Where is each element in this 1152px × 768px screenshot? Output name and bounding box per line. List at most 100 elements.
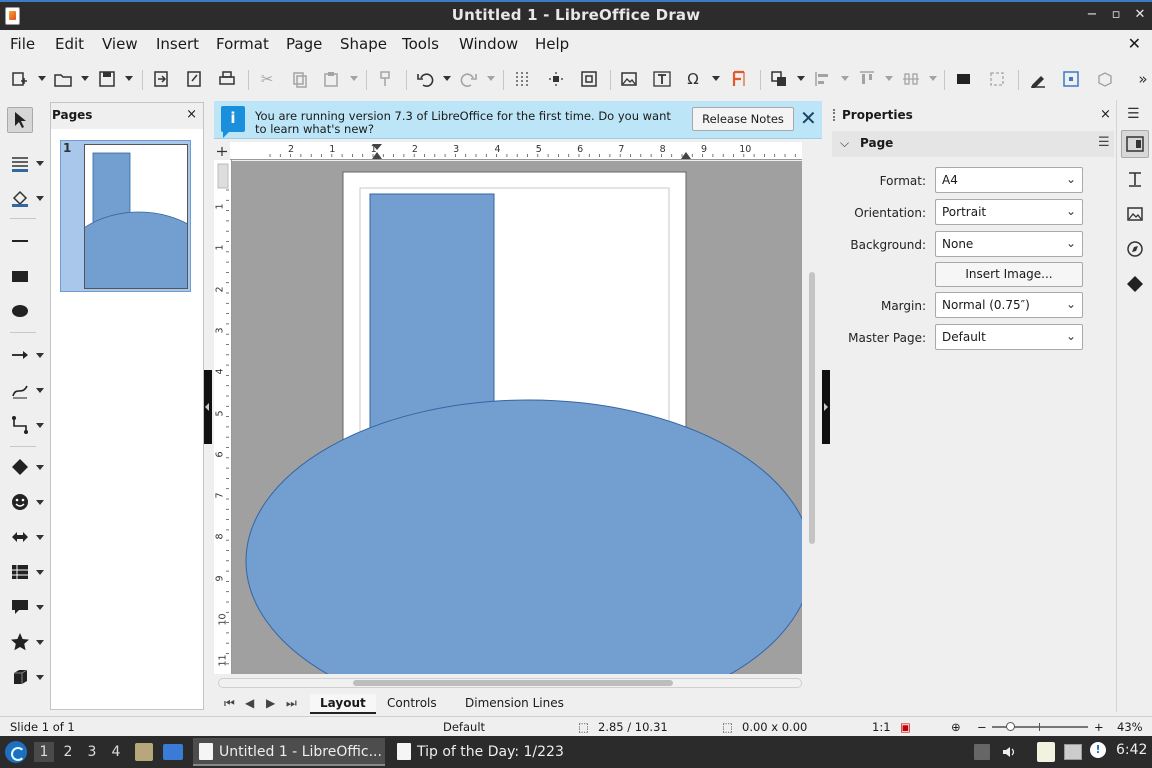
vertical-scrollbar[interactable] xyxy=(806,160,818,670)
export-pdf-icon[interactable] xyxy=(183,68,205,90)
open-folder-icon[interactable] xyxy=(52,68,74,90)
lines-and-arrows-icon[interactable] xyxy=(7,342,33,368)
zoom-in-button[interactable]: + xyxy=(1094,720,1104,734)
shapes-deck-icon[interactable] xyxy=(1121,270,1149,298)
ellipse-shape[interactable] xyxy=(245,399,802,674)
sidebar-splitter[interactable] xyxy=(822,370,830,444)
export-icon[interactable] xyxy=(150,68,172,90)
zoom-and-pan-icon[interactable] xyxy=(578,68,600,90)
transformations-icon[interactable] xyxy=(768,68,790,90)
section-menu-icon[interactable]: ☰ xyxy=(1098,135,1110,150)
menu-file[interactable]: File xyxy=(10,35,35,53)
gallery-deck-icon[interactable] xyxy=(1121,200,1149,228)
3d-objects-cube-icon[interactable] xyxy=(7,664,33,690)
task-tip-of-the-day[interactable]: Tip of the Day: 1/223 xyxy=(391,738,583,766)
styles-deck-icon[interactable] xyxy=(1121,165,1149,193)
redo-icon[interactable] xyxy=(458,68,480,90)
insert-rectangle-icon[interactable] xyxy=(7,263,33,289)
zoom-slider-knob[interactable] xyxy=(1006,722,1015,731)
line-color-icon[interactable] xyxy=(7,150,33,176)
toggle-point-edit-icon[interactable] xyxy=(1060,68,1082,90)
print-icon[interactable] xyxy=(216,68,238,90)
menu-view[interactable]: View xyxy=(102,35,138,53)
zoom-slider[interactable] xyxy=(992,722,1088,731)
horizontal-scrollbar[interactable] xyxy=(218,678,802,688)
3d-objects-icon[interactable] xyxy=(1094,68,1116,90)
close-document-button[interactable]: ✕ xyxy=(1128,34,1141,53)
properties-deck-icon[interactable] xyxy=(1121,130,1149,158)
master-page-select[interactable]: Default ⌄ xyxy=(935,324,1083,350)
curves-and-polygons-icon[interactable] xyxy=(7,377,33,403)
menu-shape[interactable]: Shape xyxy=(340,35,387,53)
menu-page[interactable]: Page xyxy=(286,35,322,53)
page-section-header[interactable]: ⌵ Page ☰ xyxy=(832,131,1114,157)
minimize-button[interactable]: − xyxy=(1084,7,1100,23)
close-sidebar-button[interactable]: × xyxy=(1100,107,1111,122)
select-arrow-icon[interactable] xyxy=(7,107,33,133)
fontwork-icon[interactable] xyxy=(728,68,750,90)
tab-layout[interactable]: Layout xyxy=(310,694,376,714)
format-select[interactable]: A4 ⌄ xyxy=(935,167,1083,193)
zoom-level[interactable]: 43% xyxy=(1117,720,1143,734)
align-objects-icon[interactable] xyxy=(812,68,834,90)
navigator-deck-icon[interactable] xyxy=(1121,235,1149,263)
drawing-workspace[interactable] xyxy=(232,161,802,674)
menu-format[interactable]: Format xyxy=(216,35,269,53)
stars-and-banners-icon[interactable] xyxy=(7,629,33,655)
block-arrows-icon[interactable] xyxy=(7,524,33,550)
sidebar-settings-icon[interactable]: ☰ xyxy=(1127,106,1140,122)
workspace-3[interactable]: 3 xyxy=(82,742,102,762)
menu-tools[interactable]: Tools xyxy=(402,35,439,53)
symbol-shapes-smiley-icon[interactable] xyxy=(7,489,33,515)
menu-window[interactable]: Window xyxy=(459,35,518,53)
previous-tab-button[interactable]: ◀ xyxy=(245,696,254,710)
volume-icon[interactable] xyxy=(1001,744,1017,760)
chevron-down-icon[interactable]: ⌵ xyxy=(840,136,849,151)
workspace-4[interactable]: 4 xyxy=(106,742,126,762)
flowchart-icon[interactable] xyxy=(7,559,33,585)
more-options-icon[interactable]: » xyxy=(1132,68,1152,90)
scale-factor[interactable]: 1:1 xyxy=(872,720,891,734)
tab-dimension-lines[interactable]: Dimension Lines xyxy=(455,694,574,714)
first-tab-button[interactable]: ⏮ xyxy=(224,696,235,711)
margin-select[interactable]: Normal (0.75″) ⌄ xyxy=(935,292,1083,318)
fit-slide-icon[interactable]: ⊕ xyxy=(951,720,961,734)
background-select[interactable]: None ⌄ xyxy=(935,231,1083,257)
clone-formatting-icon[interactable] xyxy=(374,68,396,90)
insert-textbox-icon[interactable] xyxy=(651,68,673,90)
paste-icon[interactable] xyxy=(320,68,342,90)
horizontal-ruler[interactable]: 2 1 1 2 3 4 5 6 7 8 9 10 xyxy=(230,142,802,160)
cut-icon[interactable]: ✂ xyxy=(256,68,278,90)
menu-help[interactable]: Help xyxy=(535,35,569,53)
shadow-icon[interactable] xyxy=(953,68,975,90)
close-infobar-button[interactable]: ✕ xyxy=(800,106,817,130)
sidebar-grip[interactable] xyxy=(833,109,835,121)
start-menu-icon[interactable] xyxy=(5,741,27,763)
connectors-icon[interactable] xyxy=(7,412,33,438)
next-tab-button[interactable]: ▶ xyxy=(266,696,275,710)
task-libreoffice-draw[interactable]: Untitled 1 - LibreOffic... xyxy=(193,738,385,766)
keyboard-layout-icon[interactable] xyxy=(974,744,990,760)
distribute-icon[interactable] xyxy=(900,68,922,90)
insert-image-button[interactable]: Insert Image... xyxy=(935,262,1083,287)
ruler-corner[interactable] xyxy=(214,142,230,160)
vertical-scroll-thumb[interactable] xyxy=(809,272,815,544)
pages-pane-splitter[interactable] xyxy=(204,370,212,444)
network-icon[interactable] xyxy=(1064,744,1082,760)
menu-edit[interactable]: Edit xyxy=(55,35,84,53)
last-tab-button[interactable]: ⏭ xyxy=(286,696,297,711)
new-document-icon[interactable] xyxy=(8,68,30,90)
workspace-1[interactable]: 1 xyxy=(34,742,54,762)
maximize-button[interactable]: ▫ xyxy=(1108,7,1124,23)
insert-line-icon[interactable] xyxy=(7,228,33,254)
insert-ellipse-icon[interactable] xyxy=(7,298,33,324)
helplines-icon[interactable] xyxy=(545,68,567,90)
show-draw-functions-icon[interactable] xyxy=(1027,68,1049,90)
insert-image-icon[interactable] xyxy=(618,68,640,90)
display-grid-icon[interactable] xyxy=(511,68,533,90)
show-desktop-icon[interactable] xyxy=(163,744,183,760)
basic-shapes-diamond-icon[interactable] xyxy=(7,454,33,480)
vertical-ruler[interactable]: 1 1 2 3 4 5 6 7 8 9 10 11 xyxy=(214,160,232,674)
undo-icon[interactable] xyxy=(414,68,436,90)
release-notes-button[interactable]: Release Notes xyxy=(692,107,794,131)
